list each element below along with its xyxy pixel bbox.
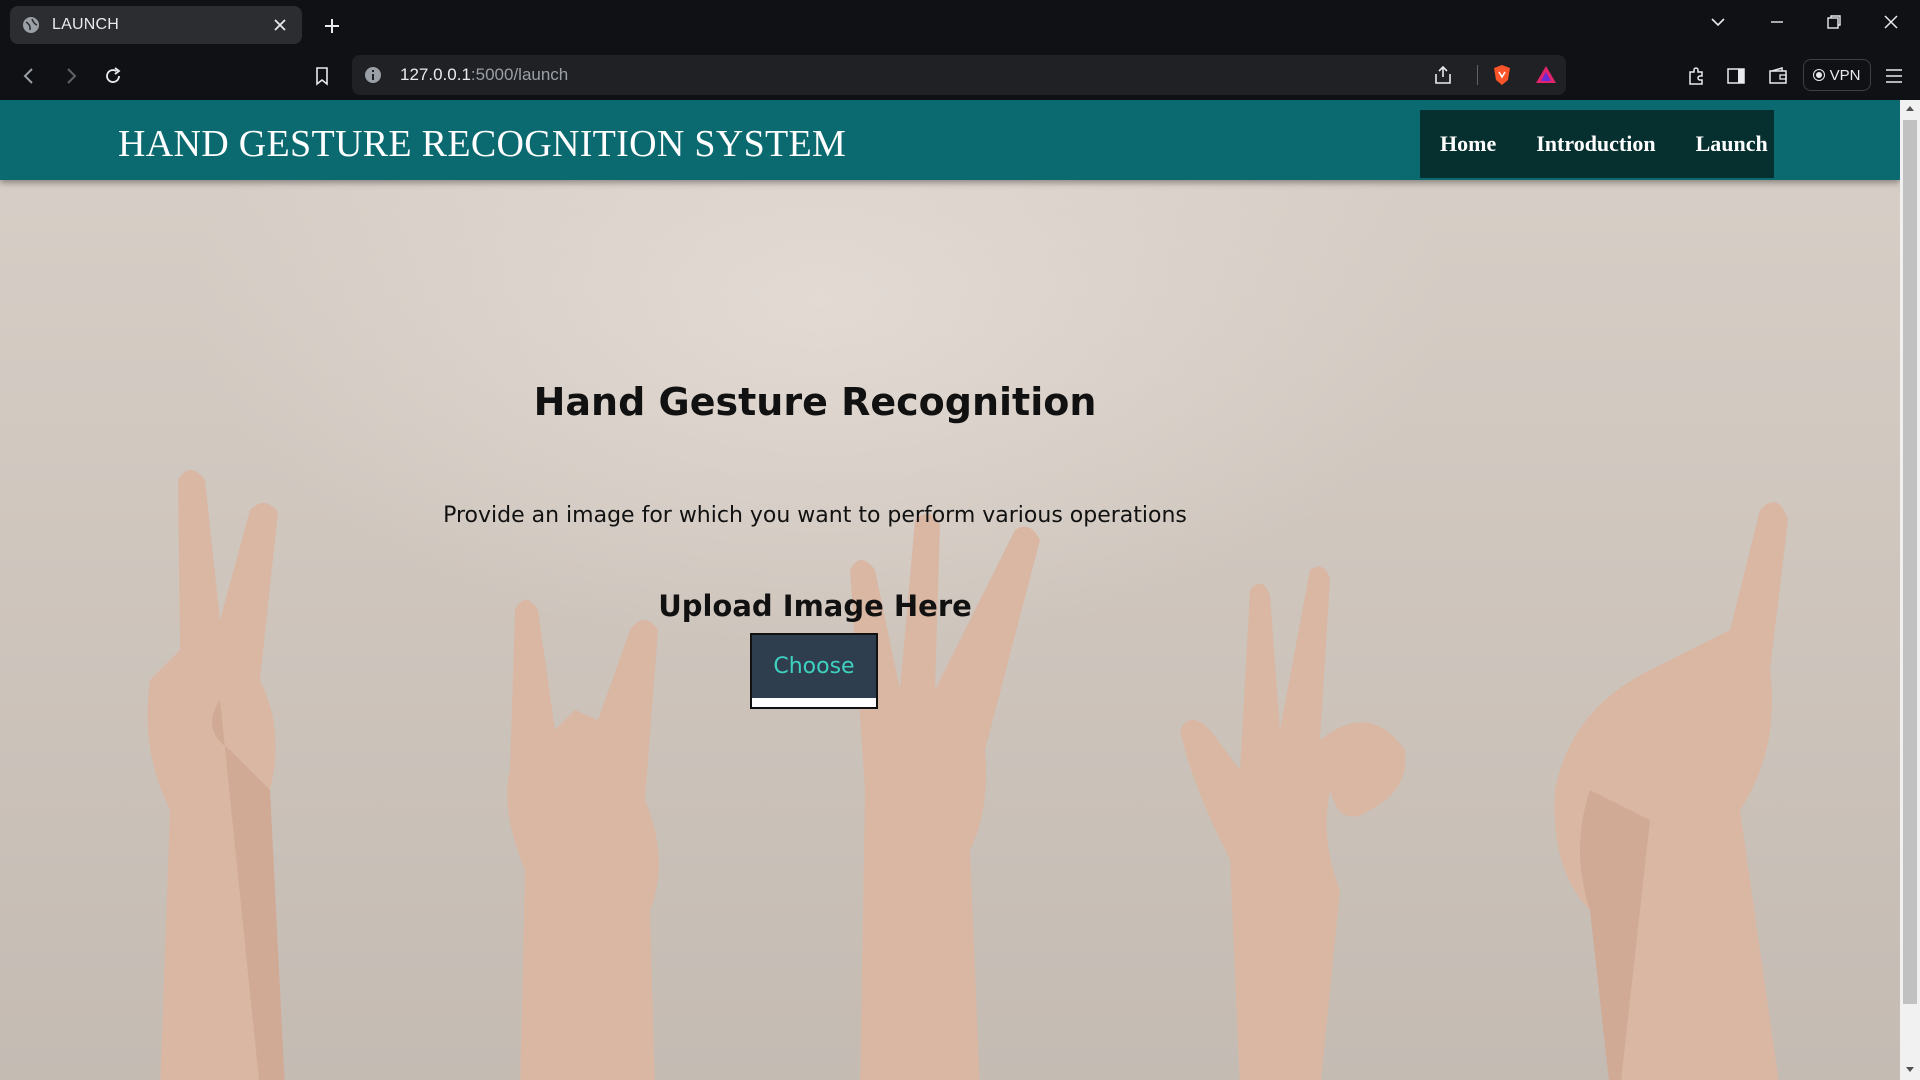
page-viewport: HAND GESTURE RECOGNITION SYSTEM Home Int…: [0, 100, 1900, 1080]
choose-button-label[interactable]: Choose: [752, 635, 876, 698]
share-icon[interactable]: [1432, 64, 1454, 86]
page-title: Hand Gesture Recognition: [533, 380, 1097, 424]
address-bar[interactable]: 127.0.0.1:5000/launch: [352, 55, 1566, 95]
three-fingers-hand-image: [850, 513, 1040, 1080]
page-description: Provide an image for which you want to p…: [443, 503, 1187, 528]
nav-menu: Home Introduction Launch: [1420, 110, 1774, 178]
browser-tab[interactable]: LAUNCH: [10, 6, 302, 44]
url-path: :5000/launch: [470, 65, 569, 84]
vpn-label: VPN: [1829, 66, 1861, 84]
globe-icon: [22, 16, 40, 34]
minimize-icon[interactable]: [1757, 6, 1797, 38]
thumbs-up-hand-image: [1554, 502, 1788, 1080]
site-brand[interactable]: HAND GESTURE RECOGNITION SYSTEM: [118, 122, 846, 166]
close-icon[interactable]: [270, 15, 290, 35]
page-scrollbar[interactable]: [1900, 100, 1920, 1080]
nav-link-launch[interactable]: Launch: [1696, 131, 1768, 157]
url-host: 127.0.0.1: [400, 65, 471, 84]
brave-shields-icon[interactable]: [1490, 63, 1514, 87]
scrollbar-thumb[interactable]: [1903, 120, 1917, 1004]
browser-toolbar: 127.0.0.1:5000/launch VPN: [0, 50, 1920, 100]
tab-title: LAUNCH: [52, 16, 119, 33]
extensions-icon[interactable]: [1681, 61, 1711, 91]
nav-link-introduction[interactable]: Introduction: [1536, 131, 1655, 157]
upload-label: Upload Image Here: [658, 589, 972, 623]
window-close-icon[interactable]: [1871, 6, 1911, 38]
site-info-icon[interactable]: [364, 66, 382, 84]
bookmark-icon[interactable]: [307, 61, 337, 91]
scroll-up-icon[interactable]: [1905, 104, 1915, 114]
forward-icon[interactable]: [56, 61, 86, 91]
vpn-button[interactable]: VPN: [1803, 59, 1871, 91]
vpn-status-icon: [1813, 70, 1824, 80]
menu-icon[interactable]: [1879, 61, 1909, 91]
tab-search-icon[interactable]: [1698, 6, 1738, 38]
scroll-down-icon[interactable]: [1905, 1064, 1915, 1074]
wallet-icon[interactable]: [1763, 61, 1793, 91]
back-icon[interactable]: [14, 61, 44, 91]
new-tab-button[interactable]: [318, 12, 346, 40]
brave-rewards-icon[interactable]: [1534, 63, 1558, 87]
rock-hand-image: [507, 600, 659, 1080]
reload-icon[interactable]: [98, 61, 128, 91]
browser-tabstrip: LAUNCH: [0, 0, 1920, 50]
nav-link-home[interactable]: Home: [1440, 131, 1496, 157]
site-navbar: HAND GESTURE RECOGNITION SYSTEM Home Int…: [0, 100, 1900, 180]
sidebar-icon[interactable]: [1721, 61, 1751, 91]
restore-icon[interactable]: [1814, 6, 1854, 38]
url-text[interactable]: 127.0.0.1:5000/launch: [400, 65, 568, 85]
peace-hand-image: [147, 470, 285, 1080]
toolbar-divider: [1477, 65, 1478, 85]
choose-file-button[interactable]: Choose: [750, 633, 878, 709]
